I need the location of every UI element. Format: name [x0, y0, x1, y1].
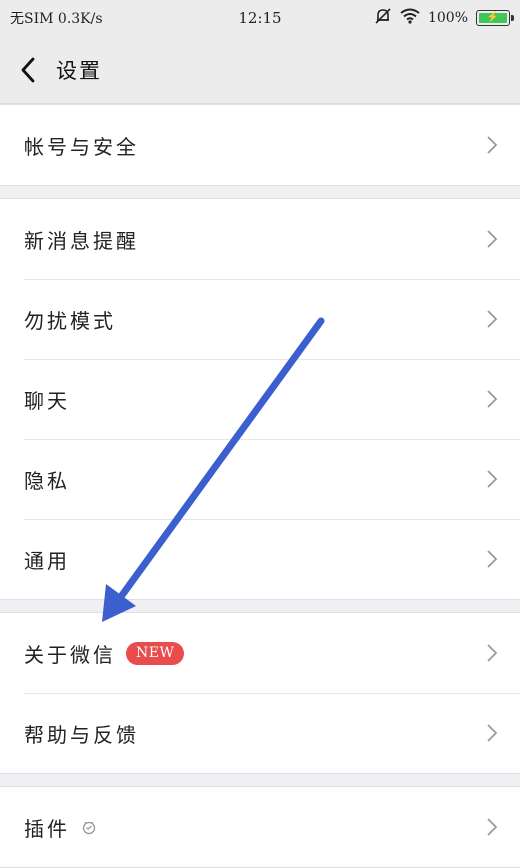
plugin-icon	[80, 818, 98, 836]
settings-item-general[interactable]: 通用	[0, 519, 520, 599]
settings-item-about-wechat[interactable]: 关于微信 NEW	[0, 613, 520, 693]
battery-icon: ⚡	[476, 10, 514, 26]
settings-item-do-not-disturb[interactable]: 勿扰模式	[0, 279, 520, 359]
chevron-left-icon	[21, 57, 35, 82]
settings-item-label: 聊天	[24, 388, 70, 413]
settings-group-plugins: 插件	[0, 786, 520, 868]
chevron-right-icon	[487, 230, 498, 248]
chevron-right-icon	[487, 550, 498, 568]
settings-item-label: 插件	[24, 816, 70, 841]
settings-item-label: 新消息提醒	[24, 228, 139, 253]
settings-item-label: 关于微信	[24, 642, 116, 667]
settings-item-plugins[interactable]: 插件	[0, 787, 520, 867]
new-badge: NEW	[126, 641, 185, 665]
settings-item-label: 通用	[24, 548, 70, 573]
settings-item-help-feedback[interactable]: 帮助与反馈	[0, 693, 520, 773]
chevron-right-icon	[487, 136, 498, 154]
settings-group-about: 关于微信 NEW 帮助与反馈	[0, 612, 520, 774]
chevron-right-icon	[487, 818, 498, 836]
settings-item-account-security[interactable]: 帐号与安全	[0, 105, 520, 185]
settings-item-label: 帐号与安全	[24, 134, 139, 159]
chevron-right-icon	[487, 644, 498, 662]
back-button[interactable]	[0, 36, 56, 104]
clock-text: 12:15	[238, 9, 282, 27]
page-title: 设置	[56, 58, 102, 83]
settings-item-privacy[interactable]: 隐私	[0, 439, 520, 519]
chevron-right-icon	[487, 724, 498, 742]
settings-item-label: 隐私	[24, 468, 70, 493]
settings-group-general: 新消息提醒 勿扰模式 聊天 隐私 通用	[0, 198, 520, 600]
settings-item-label: 勿扰模式	[24, 308, 116, 333]
status-bar: 无SIM 0.3K/s 12:15 100% ⚡	[0, 0, 520, 36]
settings-item-notifications[interactable]: 新消息提醒	[0, 199, 520, 279]
navigation-bar: 设置	[0, 36, 520, 104]
chevron-right-icon	[487, 390, 498, 408]
chevron-right-icon	[487, 310, 498, 328]
chevron-right-icon	[487, 470, 498, 488]
settings-item-label: 帮助与反馈	[24, 722, 139, 747]
settings-item-chat[interactable]: 聊天	[0, 359, 520, 439]
settings-group-account: 帐号与安全	[0, 104, 520, 186]
